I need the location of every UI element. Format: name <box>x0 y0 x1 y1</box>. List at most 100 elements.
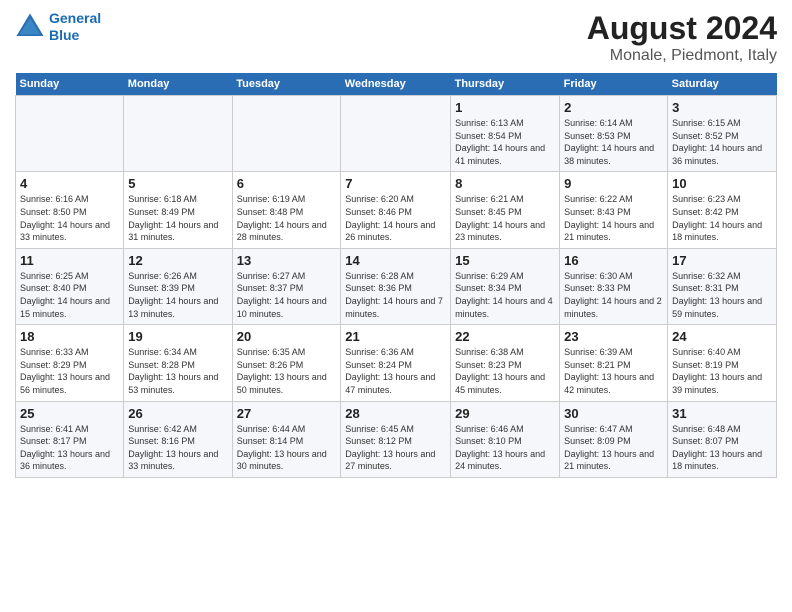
day-detail: Sunrise: 6:19 AMSunset: 8:48 PMDaylight:… <box>237 193 337 243</box>
page-header: General Blue August 2024 Monale, Piedmon… <box>15 10 777 65</box>
day-detail: Sunrise: 6:25 AMSunset: 8:40 PMDaylight:… <box>20 270 119 320</box>
day-detail: Sunrise: 6:30 AMSunset: 8:33 PMDaylight:… <box>564 270 663 320</box>
day-number: 20 <box>237 329 337 344</box>
col-friday: Friday <box>560 73 668 96</box>
day-number: 9 <box>564 176 663 191</box>
calendar-cell: 30 Sunrise: 6:47 AMSunset: 8:09 PMDayligh… <box>560 401 668 477</box>
calendar-cell: 1Sunrise: 6:13 AMSunset: 8:54 PMDaylight… <box>451 96 560 172</box>
calendar-cell: 22 Sunrise: 6:38 AMSunset: 8:23 PMDayligh… <box>451 325 560 401</box>
calendar-cell: 8 Sunrise: 6:21 AMSunset: 8:45 PMDaylight… <box>451 172 560 248</box>
day-number: 2 <box>564 100 663 115</box>
calendar-cell: 13 Sunrise: 6:27 AMSunset: 8:37 PMDayligh… <box>232 248 341 324</box>
day-detail: Sunrise: 6:39 AMSunset: 8:21 PMDaylight:… <box>564 346 663 396</box>
day-number: 29 <box>455 406 555 421</box>
day-detail: Sunrise: 6:35 AMSunset: 8:26 PMDaylight:… <box>237 346 337 396</box>
calendar-cell: 9 Sunrise: 6:22 AMSunset: 8:43 PMDaylight… <box>560 172 668 248</box>
day-number: 31 <box>672 406 772 421</box>
calendar-week-row: 25 Sunrise: 6:41 AMSunset: 8:17 PMDayligh… <box>16 401 777 477</box>
day-number: 11 <box>20 253 119 268</box>
title-block: August 2024 Monale, Piedmont, Italy <box>587 10 777 65</box>
calendar-cell: 26Sunrise: 6:42 AMSunset: 8:16 PMDayligh… <box>124 401 232 477</box>
calendar-cell: 2Sunrise: 6:14 AMSunset: 8:53 PMDaylight… <box>560 96 668 172</box>
day-detail: Sunrise: 6:27 AMSunset: 8:37 PMDaylight:… <box>237 270 337 320</box>
col-tuesday: Tuesday <box>232 73 341 96</box>
col-saturday: Saturday <box>668 73 777 96</box>
day-number: 27 <box>237 406 337 421</box>
calendar-cell: 5 Sunrise: 6:18 AMSunset: 8:49 PMDaylight… <box>124 172 232 248</box>
calendar-cell: 23Sunrise: 6:39 AMSunset: 8:21 PMDayligh… <box>560 325 668 401</box>
day-detail: Sunrise: 6:21 AMSunset: 8:45 PMDaylight:… <box>455 193 555 243</box>
calendar-cell: 12 Sunrise: 6:26 AMSunset: 8:39 PMDayligh… <box>124 248 232 324</box>
calendar-week-row: 11 Sunrise: 6:25 AMSunset: 8:40 PMDayligh… <box>16 248 777 324</box>
day-detail: Sunrise: 6:44 AMSunset: 8:14 PMDaylight:… <box>237 423 337 473</box>
calendar-cell <box>124 96 232 172</box>
calendar-cell <box>16 96 124 172</box>
day-detail: Sunrise: 6:41 AMSunset: 8:17 PMDaylight:… <box>20 423 119 473</box>
day-detail: Sunrise: 6:45 AMSunset: 8:12 PMDaylight:… <box>345 423 446 473</box>
logo-line2: Blue <box>49 27 79 43</box>
calendar-cell: 20 Sunrise: 6:35 AMSunset: 8:26 PMDayligh… <box>232 325 341 401</box>
day-number: 5 <box>128 176 227 191</box>
calendar-cell: 16 Sunrise: 6:30 AMSunset: 8:33 PMDayligh… <box>560 248 668 324</box>
day-number: 24 <box>672 329 772 344</box>
calendar-cell <box>232 96 341 172</box>
col-monday: Monday <box>124 73 232 96</box>
day-detail: Sunrise: 6:29 AMSunset: 8:34 PMDaylight:… <box>455 270 555 320</box>
calendar-cell: 14Sunrise: 6:28 AMSunset: 8:36 PMDayligh… <box>341 248 451 324</box>
calendar-cell: 10Sunrise: 6:23 AMSunset: 8:42 PMDayligh… <box>668 172 777 248</box>
col-thursday: Thursday <box>451 73 560 96</box>
day-detail: Sunrise: 6:20 AMSunset: 8:46 PMDaylight:… <box>345 193 446 243</box>
day-detail: Sunrise: 6:22 AMSunset: 8:43 PMDaylight:… <box>564 193 663 243</box>
calendar-week-row: 4 Sunrise: 6:16 AMSunset: 8:50 PMDaylight… <box>16 172 777 248</box>
logo: General Blue <box>15 10 101 44</box>
page-container: General Blue August 2024 Monale, Piedmon… <box>0 0 792 488</box>
day-number: 21 <box>345 329 446 344</box>
day-number: 7 <box>345 176 446 191</box>
day-number: 8 <box>455 176 555 191</box>
day-number: 30 <box>564 406 663 421</box>
calendar-cell: 6 Sunrise: 6:19 AMSunset: 8:48 PMDaylight… <box>232 172 341 248</box>
calendar-body: 1Sunrise: 6:13 AMSunset: 8:54 PMDaylight… <box>16 96 777 478</box>
day-number: 16 <box>564 253 663 268</box>
calendar-cell: 11 Sunrise: 6:25 AMSunset: 8:40 PMDayligh… <box>16 248 124 324</box>
day-number: 28 <box>345 406 446 421</box>
day-number: 14 <box>345 253 446 268</box>
calendar-title: August 2024 <box>587 10 777 47</box>
calendar-cell: 29Sunrise: 6:46 AMSunset: 8:10 PMDayligh… <box>451 401 560 477</box>
day-detail: Sunrise: 6:48 AMSunset: 8:07 PMDaylight:… <box>672 423 772 473</box>
day-number: 3 <box>672 100 772 115</box>
day-number: 13 <box>237 253 337 268</box>
day-detail: Sunrise: 6:36 AMSunset: 8:24 PMDaylight:… <box>345 346 446 396</box>
logo-text: General Blue <box>49 10 101 44</box>
calendar-cell: 18Sunrise: 6:33 AMSunset: 8:29 PMDayligh… <box>16 325 124 401</box>
col-sunday: Sunday <box>16 73 124 96</box>
day-detail: Sunrise: 6:18 AMSunset: 8:49 PMDaylight:… <box>128 193 227 243</box>
day-number: 17 <box>672 253 772 268</box>
day-number: 4 <box>20 176 119 191</box>
logo-icon <box>15 12 45 42</box>
day-number: 22 <box>455 329 555 344</box>
day-detail: Sunrise: 6:16 AMSunset: 8:50 PMDaylight:… <box>20 193 119 243</box>
calendar-week-row: 18Sunrise: 6:33 AMSunset: 8:29 PMDayligh… <box>16 325 777 401</box>
calendar-cell: 17 Sunrise: 6:32 AMSunset: 8:31 PMDayligh… <box>668 248 777 324</box>
day-number: 25 <box>20 406 119 421</box>
calendar-cell: 15Sunrise: 6:29 AMSunset: 8:34 PMDayligh… <box>451 248 560 324</box>
day-number: 6 <box>237 176 337 191</box>
day-number: 10 <box>672 176 772 191</box>
day-detail: Sunrise: 6:26 AMSunset: 8:39 PMDaylight:… <box>128 270 227 320</box>
day-detail: Sunrise: 6:32 AMSunset: 8:31 PMDaylight:… <box>672 270 772 320</box>
day-detail: Sunrise: 6:38 AMSunset: 8:23 PMDaylight:… <box>455 346 555 396</box>
calendar-cell: 19Sunrise: 6:34 AMSunset: 8:28 PMDayligh… <box>124 325 232 401</box>
calendar-table: Sunday Monday Tuesday Wednesday Thursday… <box>15 73 777 478</box>
day-detail: Sunrise: 6:47 AMSunset: 8:09 PMDaylight:… <box>564 423 663 473</box>
calendar-cell: 21 Sunrise: 6:36 AMSunset: 8:24 PMDayligh… <box>341 325 451 401</box>
calendar-subtitle: Monale, Piedmont, Italy <box>587 47 777 65</box>
day-detail: Sunrise: 6:34 AMSunset: 8:28 PMDaylight:… <box>128 346 227 396</box>
calendar-header-row: Sunday Monday Tuesday Wednesday Thursday… <box>16 73 777 96</box>
day-detail: Sunrise: 6:40 AMSunset: 8:19 PMDaylight:… <box>672 346 772 396</box>
col-wednesday: Wednesday <box>341 73 451 96</box>
day-number: 12 <box>128 253 227 268</box>
calendar-cell <box>341 96 451 172</box>
day-detail: Sunrise: 6:42 AMSunset: 8:16 PMDaylight:… <box>128 423 227 473</box>
day-number: 18 <box>20 329 119 344</box>
